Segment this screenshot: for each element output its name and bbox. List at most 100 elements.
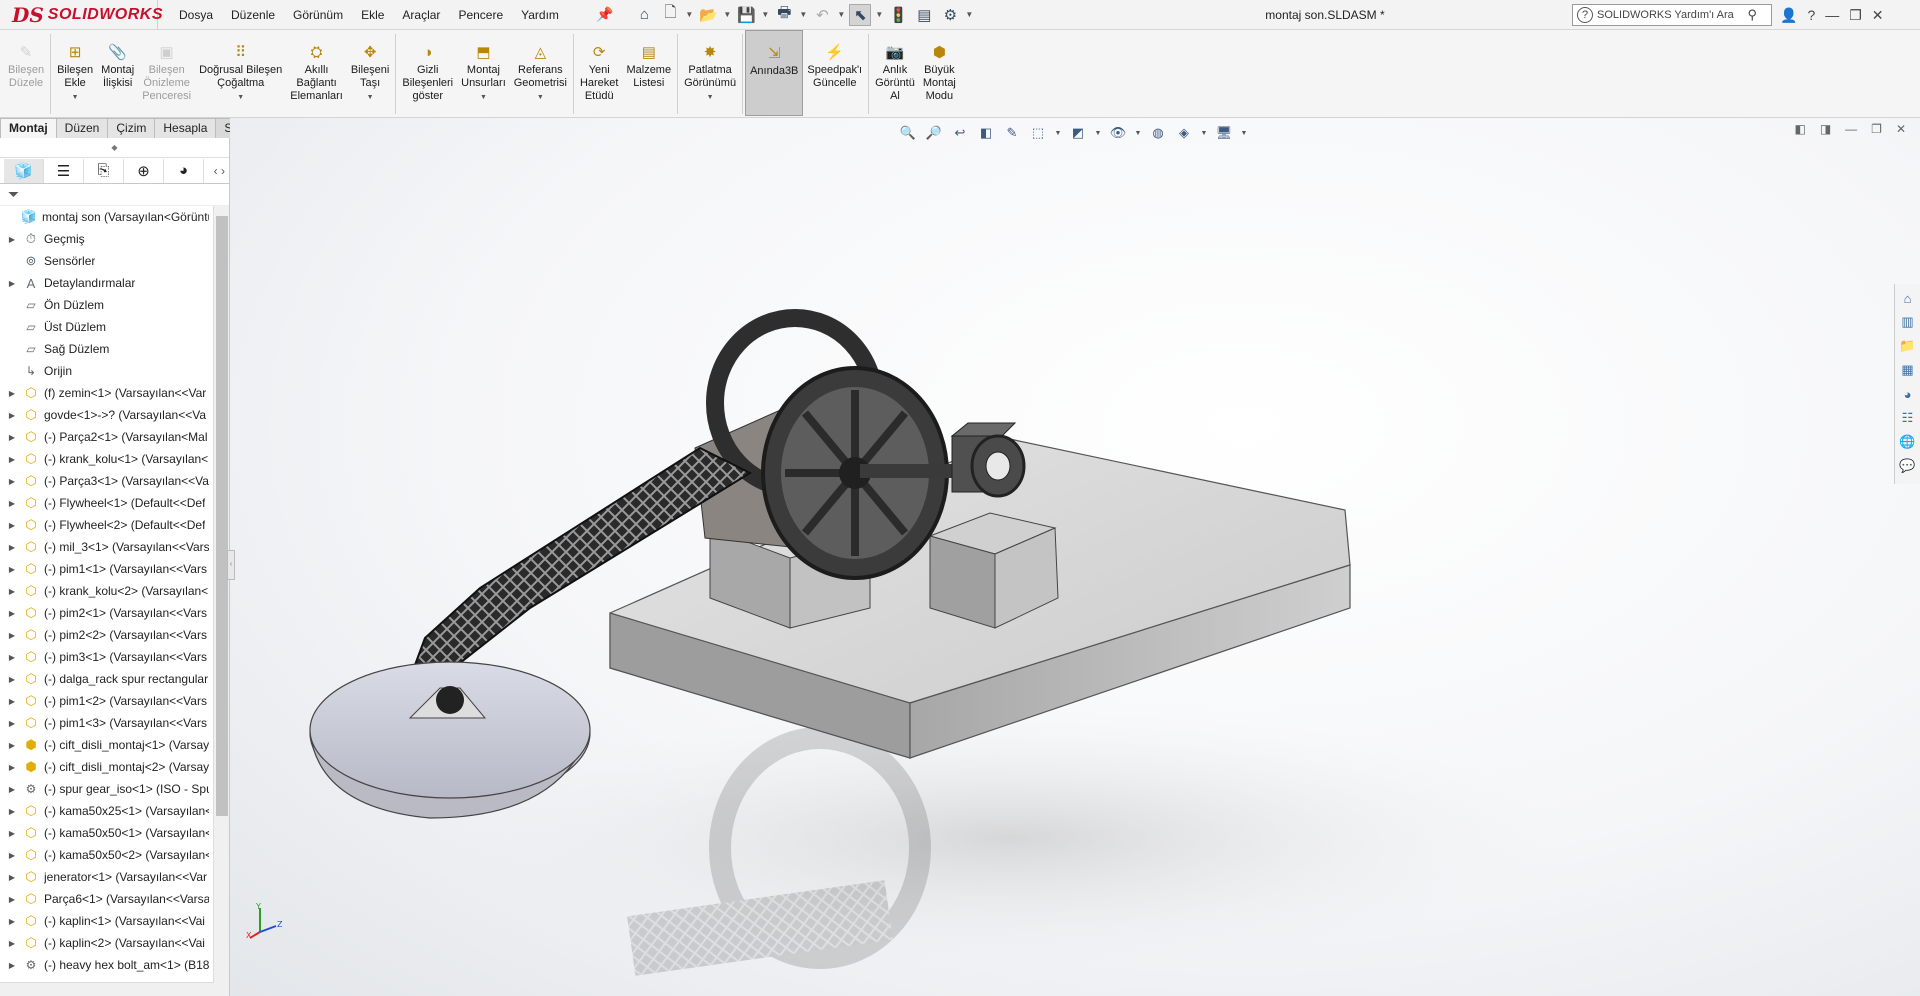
tree-item[interactable]: ▶ ⬡ jenerator<1> (Varsayılan<<Var	[0, 866, 229, 888]
tab-montaj[interactable]: Montaj	[0, 118, 57, 138]
expand-arrow-icon[interactable]: ▶	[6, 521, 18, 530]
tree-item[interactable]: ▶ ⬡ (-) kama50x25<1> (Varsayılan<	[0, 800, 229, 822]
appearances-icon[interactable]: ◕	[1898, 384, 1918, 404]
select-dropdown-icon[interactable]: ▼	[875, 4, 883, 26]
chevron-down-icon[interactable]: ▼	[707, 91, 714, 104]
design-library-icon[interactable]: ▥	[1898, 312, 1918, 332]
tree-item[interactable]: ▶ ⬡ (-) dalga_rack spur rectangular	[0, 668, 229, 690]
chevron-down-icon[interactable]: ▼	[72, 91, 79, 104]
tab-hesapla[interactable]: Hesapla	[154, 118, 217, 138]
expand-arrow-icon[interactable]: ▶	[6, 565, 18, 574]
bom-button[interactable]: ▤ Malzeme Listesi	[622, 30, 675, 116]
configuration-manager-tab-icon[interactable]: ⎘	[84, 158, 124, 183]
print-icon[interactable]: 🖶	[773, 4, 795, 26]
file-explorer-icon[interactable]: 📁	[1898, 336, 1918, 356]
tree-item[interactable]: ▶ ⬡ (-) pim3<1> (Varsayılan<<Vars	[0, 646, 229, 668]
hide-show-dropdown-icon[interactable]: ▼	[1134, 123, 1142, 143]
help-search-box[interactable]: ? SOLIDWORKS Yardım'ı Ara ⚲	[1572, 4, 1772, 26]
tree-item[interactable]: ▶ ⬡ (-) kaplin<1> (Varsayılan<<Vai	[0, 910, 229, 932]
expand-arrow-icon[interactable]: ▶	[6, 235, 18, 244]
tree-item[interactable]: ▶ ⬡ (-) mil_3<1> (Varsayılan<<Vars	[0, 536, 229, 558]
menu-pencere[interactable]: Pencere	[449, 0, 512, 30]
expand-arrow-icon[interactable]: ▶	[6, 499, 18, 508]
large-assembly-button[interactable]: ⬢ Büyük Montaj Modu	[919, 30, 960, 116]
chevron-down-icon[interactable]: ▼	[367, 91, 374, 104]
tree-item[interactable]: ▱ Üst Düzlem	[0, 316, 229, 338]
smart-fasteners-button[interactable]: ⛭ Akıllı Bağlantı Elemanları	[286, 30, 347, 116]
new-document-icon[interactable]: 🗋	[659, 4, 681, 26]
display-manager-tab-icon[interactable]: ◕	[164, 158, 204, 183]
expand-arrow-icon[interactable]: ▶	[6, 895, 18, 904]
reference-geometry-button[interactable]: ◬ Referans Geometrisi ▼	[510, 30, 571, 116]
expand-arrow-icon[interactable]: ▶	[6, 939, 18, 948]
tree-item[interactable]: ▶ ⬡ (-) pim1<2> (Varsayılan<<Vars	[0, 690, 229, 712]
feature-manager-tab-icon[interactable]: 🧊	[4, 158, 44, 183]
expand-arrow-icon[interactable]: ▶	[6, 697, 18, 706]
panel-grip[interactable]: ◆	[0, 138, 229, 158]
expand-arrow-icon[interactable]: ▶	[6, 763, 18, 772]
expand-arrow-icon[interactable]: ▶	[6, 675, 18, 684]
tree-item[interactable]: ▶ ⬡ (-) Flywheel<2> (Default<<Def	[0, 514, 229, 536]
tree-vertical-scrollbar[interactable]	[213, 206, 229, 996]
dynamic-annotation-icon[interactable]: ✎	[1002, 123, 1022, 143]
tree-item[interactable]: ▶ ⬡ (-) pim2<1> (Varsayılan<<Vars	[0, 602, 229, 624]
expand-arrow-icon[interactable]: ▶	[6, 631, 18, 640]
split-view-right-icon[interactable]: ◨	[1820, 122, 1831, 136]
solidworks-resources-icon[interactable]: ⌂	[1898, 288, 1918, 308]
apply-scene-icon[interactable]: ◈	[1174, 123, 1194, 143]
undo-icon[interactable]: ↶	[811, 4, 833, 26]
traffic-light-rebuild-icon[interactable]: 🚦	[887, 4, 909, 26]
restore-icon[interactable]: ❐	[1849, 7, 1862, 24]
display-style-dropdown-icon[interactable]: ▼	[1094, 123, 1102, 143]
expand-arrow-icon[interactable]: ▶	[6, 653, 18, 662]
menu-dosya[interactable]: Dosya	[170, 0, 222, 30]
expand-arrow-icon[interactable]: ▶	[6, 719, 18, 728]
menu-g-r-n-m[interactable]: Görünüm	[284, 0, 352, 30]
exploded-view-button[interactable]: ✸ Patlatma Görünümü ▼	[680, 30, 740, 116]
minimize-icon[interactable]: —	[1825, 7, 1839, 23]
user-icon[interactable]: 👤	[1780, 7, 1797, 24]
filter-icon[interactable]: ⏷	[8, 186, 19, 203]
options-gear-icon[interactable]: ⚙	[939, 4, 961, 26]
chevron-down-icon[interactable]: ▼	[537, 91, 544, 104]
zoom-to-area-icon[interactable]: 🔎	[924, 123, 944, 143]
preview-window-button[interactable]: ▣ Bileşen Önizleme Penceresi	[138, 30, 195, 116]
viewport-restore-icon[interactable]: ❐	[1871, 122, 1882, 136]
view-orientation-icon[interactable]: ⬚	[1028, 123, 1048, 143]
solidworks-forum-icon[interactable]: 🌐	[1898, 432, 1918, 452]
tree-item[interactable]: ▶ ⬡ govde<1>->? (Varsayılan<<Va	[0, 404, 229, 426]
tree-filter[interactable]: ⏷	[0, 184, 229, 206]
help-icon[interactable]: ?	[1807, 7, 1815, 23]
motion-study-button[interactable]: ⟳ Yeni Hareket Etüdü	[576, 30, 623, 116]
menu-d-zenle[interactable]: Düzenle	[222, 0, 284, 30]
menu-ara-lar[interactable]: Araçlar	[393, 0, 449, 30]
show-hidden-button[interactable]: ◑ Gizli Bileşenleri göster	[398, 30, 457, 116]
tab-d-zen[interactable]: Düzen	[55, 118, 109, 138]
apply-scene-dropdown-icon[interactable]: ▼	[1200, 123, 1208, 143]
print-dropdown-icon[interactable]: ▼	[799, 4, 807, 26]
tree-item[interactable]: ▶ A Detaylandırmalar	[0, 272, 229, 294]
open-dropdown-icon[interactable]: ▼	[723, 4, 731, 26]
tree-item[interactable]: ▱ Sağ Düzlem	[0, 338, 229, 360]
expand-arrow-icon[interactable]: ▶	[6, 741, 18, 750]
expand-arrow-icon[interactable]: ▶	[6, 411, 18, 420]
view-settings-icon[interactable]: 🖥	[1214, 123, 1234, 143]
new-dropdown-icon[interactable]: ▼	[685, 4, 693, 26]
instant3d-button[interactable]: ⇲ Anında3B	[745, 30, 804, 116]
previous-view-icon[interactable]: ↩	[950, 123, 970, 143]
tree-item[interactable]: ▶ ⬡ (-) pim1<3> (Varsayılan<<Vars	[0, 712, 229, 734]
hide-show-items-icon[interactable]: 👁	[1108, 123, 1128, 143]
open-folder-icon[interactable]: 📂	[697, 4, 719, 26]
chevron-down-icon[interactable]: ▼	[480, 91, 487, 104]
section-view-icon[interactable]: ◧	[976, 123, 996, 143]
undo-dropdown-icon[interactable]: ▼	[837, 4, 845, 26]
expand-arrow-icon[interactable]: ▶	[6, 433, 18, 442]
select-cursor-icon[interactable]: ⬉	[849, 3, 872, 26]
tree-item[interactable]: ▶ ⬡ (-) Parça3<1> (Varsayılan<<Va	[0, 470, 229, 492]
tree-item[interactable]: ▶ ⬡ (-) krank_kolu<1> (Varsayılan<	[0, 448, 229, 470]
expand-arrow-icon[interactable]: ▶	[6, 587, 18, 596]
linear-pattern-button[interactable]: ⠿ Doğrusal Bileşen Çoğaltma ▼	[195, 30, 286, 116]
tree-item[interactable]: ↳ Orijin	[0, 360, 229, 382]
edit-component-button[interactable]: ✎ Bileşen Düzele	[4, 30, 48, 116]
insert-component-button[interactable]: ⊞ Bileşen Ekle ▼	[53, 30, 97, 116]
